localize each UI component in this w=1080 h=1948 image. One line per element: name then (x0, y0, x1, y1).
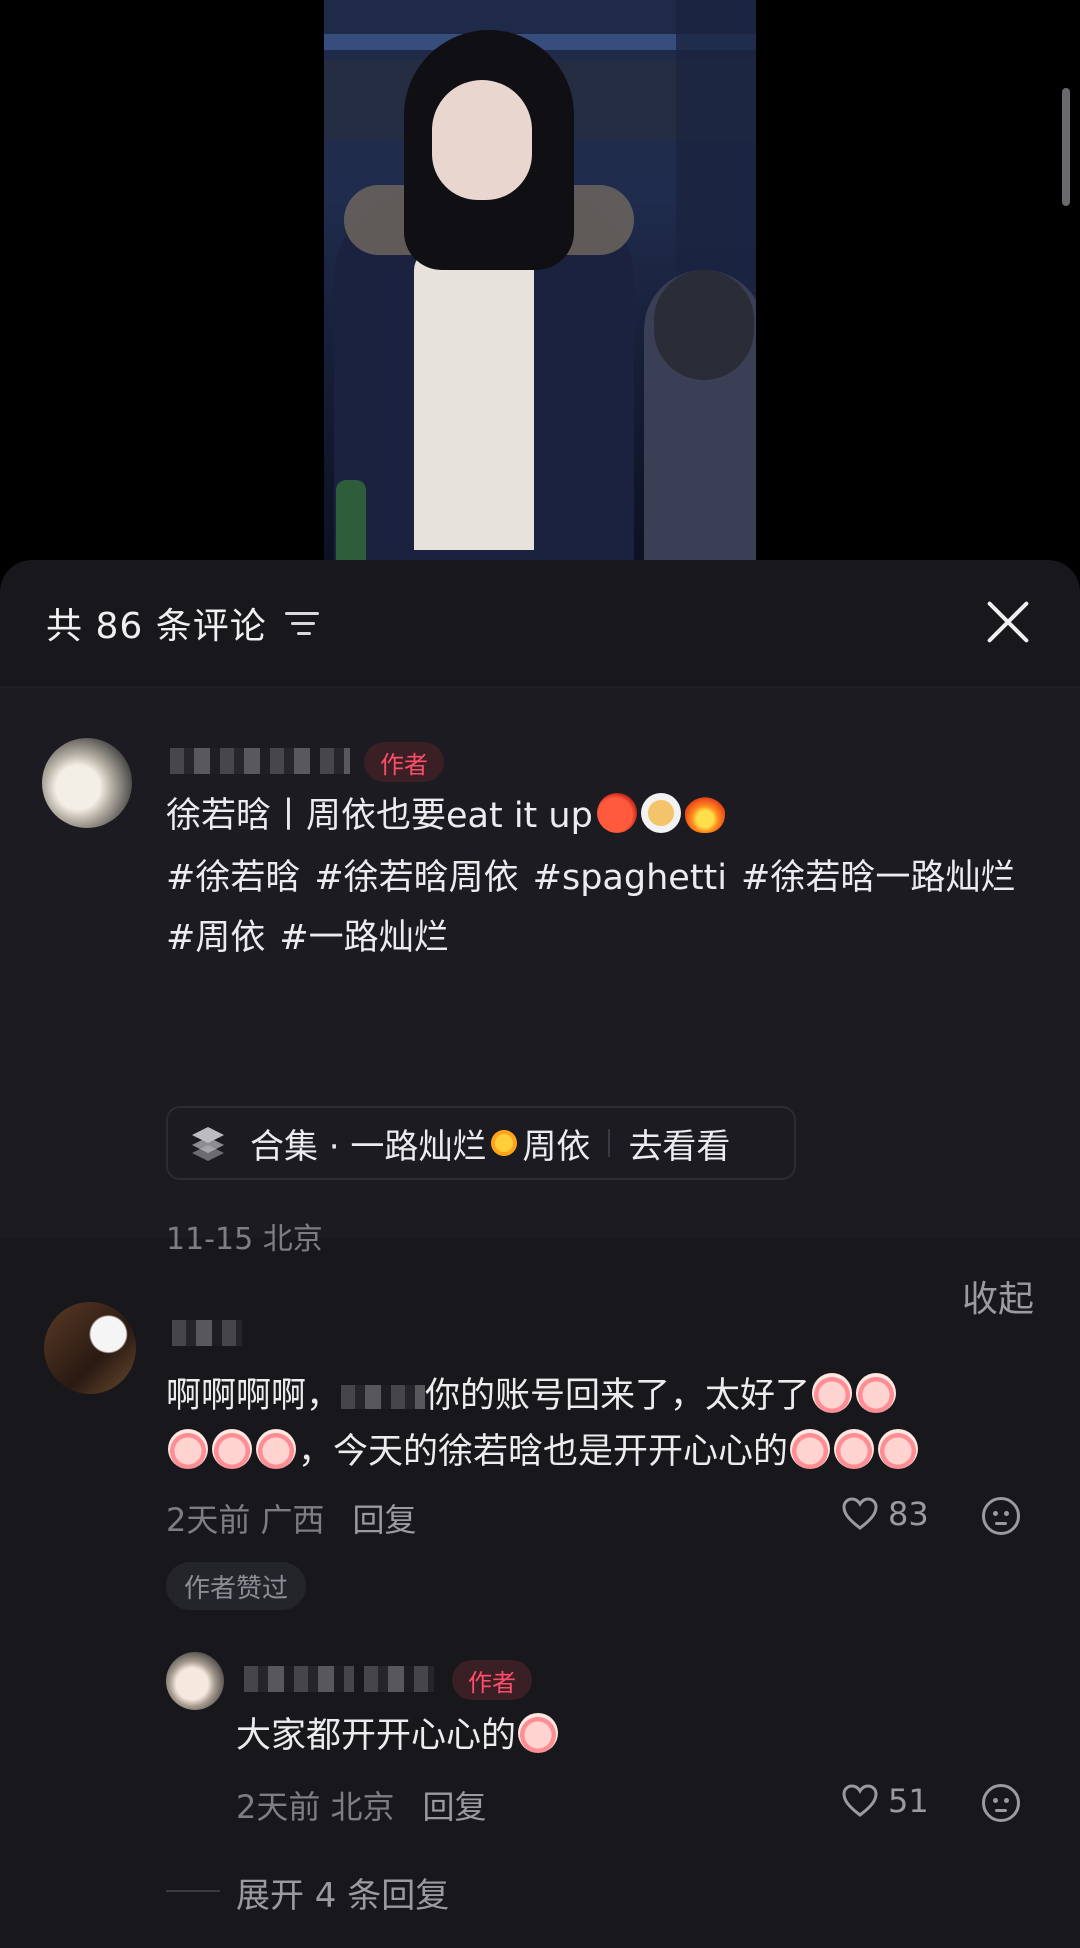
layers-icon (188, 1125, 228, 1161)
author-name-redacted (320, 748, 350, 774)
reply-date-location: 2天前 北京 (236, 1788, 395, 1826)
dislike-face-icon[interactable] (982, 1497, 1020, 1535)
comment-text-part: ，今天的徐若晗也是开开心心的 (298, 1432, 789, 1472)
like-button[interactable]: 51 (842, 1782, 929, 1820)
like-count: 51 (888, 1782, 929, 1820)
avatar[interactable] (44, 1302, 136, 1394)
heart-icon (842, 1784, 878, 1817)
comments-panel: 共 86 条评论 作者 徐若晗丨周依也要eat it up #徐若晗 #徐若晗周依… (0, 560, 1080, 1948)
collection-go-button[interactable]: 去看看 (628, 1119, 730, 1168)
commenter-name-redacted[interactable] (172, 1320, 242, 1346)
reply-button[interactable]: 回复 (353, 1495, 417, 1541)
comment-date-location: 2天前 广西 (166, 1501, 325, 1539)
person-shirt (414, 250, 534, 550)
reply-text: 大家都开开心心的 (236, 1708, 560, 1764)
comment-text-part: 你的账号回来了，太好了 (425, 1376, 811, 1416)
collapse-button[interactable]: 收起 (962, 1270, 1034, 1322)
pig-emoji-icon (812, 1373, 853, 1413)
pig-emoji-icon (834, 1429, 875, 1469)
author-post: 作者 徐若晗丨周依也要eat it up #徐若晗 #徐若晗周依 #spaghett… (0, 688, 1080, 1320)
avatar[interactable] (166, 1652, 224, 1710)
scrollbar[interactable] (1062, 88, 1070, 206)
post-date-location: 11-15 北京 (166, 1222, 323, 1257)
like-count: 83 (888, 1495, 929, 1533)
author-badge: 作者 (364, 742, 444, 782)
expand-divider (166, 1890, 220, 1892)
comment-meta: 2天前 广西 回复 (166, 1495, 417, 1541)
fire-icon (684, 793, 725, 833)
heart-icon (842, 1497, 878, 1530)
comments-header: 共 86 条评论 (0, 560, 1080, 686)
post-hashtags: #徐若晗 #徐若晗周依 #spaghetti #徐若晗一路灿烂 #周依 #一路灿烂 (166, 848, 1046, 968)
video-frame[interactable] (324, 0, 756, 560)
like-button[interactable]: 83 (842, 1495, 929, 1533)
person-background-head (654, 270, 754, 380)
hashtag[interactable]: #spaghetti (533, 858, 727, 898)
reply-button[interactable]: 回复 (423, 1782, 487, 1828)
author-badge: 作者 (452, 1660, 532, 1700)
reply-meta: 2天前 北京 回复 (236, 1782, 487, 1828)
spaghetti-icon (640, 793, 681, 833)
comment-text: 啊啊啊啊， 你的账号回来了，太好了 ，今天的徐若晗也是开开心心的 (166, 1368, 1046, 1480)
comment-text-part: 啊啊啊啊， (166, 1376, 342, 1416)
expand-replies-button[interactable]: 展开 4 条回复 (236, 1868, 449, 1917)
collection-title: 合集 · 一路灿烂 (250, 1126, 487, 1167)
hashtag[interactable]: #徐若晗一路灿烂 (741, 858, 1015, 898)
collection-card[interactable]: 合集 · 一路灿烂 周依 去看看 (166, 1106, 796, 1180)
reply-text-content: 大家都开开心心的 (236, 1716, 517, 1756)
hashtag[interactable]: #徐若晗 (166, 858, 300, 898)
pig-emoji-icon (168, 1429, 208, 1469)
sort-lines-icon[interactable] (284, 608, 321, 638)
close-icon[interactable] (986, 600, 1030, 644)
dislike-face-icon[interactable] (982, 1784, 1020, 1822)
pig-emoji-icon (518, 1713, 559, 1753)
tomato-icon (596, 793, 637, 833)
person-face (432, 80, 532, 200)
pig-emoji-icon (878, 1429, 919, 1469)
sun-icon (486, 1125, 523, 1161)
hashtag[interactable]: #周依 (166, 918, 265, 958)
author-name-redacted (364, 1666, 434, 1692)
hashtag[interactable]: #一路灿烂 (279, 918, 448, 958)
pig-emoji-icon (256, 1429, 296, 1469)
pig-emoji-icon (212, 1429, 252, 1469)
author-liked-badge: 作者赞过 (166, 1562, 307, 1610)
post-title: 徐若晗丨周依也要eat it up (166, 786, 1046, 846)
comment-count-title: 共 86 条评论 (46, 606, 267, 647)
hashtag[interactable]: #徐若晗周依 (314, 858, 518, 898)
post-title-text: 徐若晗丨周依也要eat it up (166, 796, 593, 836)
mention-redacted (341, 1385, 426, 1409)
author-name-redacted[interactable] (244, 1666, 354, 1692)
author-name-redacted[interactable] (170, 748, 310, 774)
collection-title-suffix: 周依 (522, 1126, 591, 1167)
pig-emoji-icon (856, 1373, 897, 1413)
video-player[interactable] (0, 0, 1080, 560)
bottle (336, 480, 366, 560)
card-divider (608, 1129, 611, 1157)
avatar[interactable] (42, 738, 132, 828)
pig-emoji-icon (790, 1429, 831, 1469)
